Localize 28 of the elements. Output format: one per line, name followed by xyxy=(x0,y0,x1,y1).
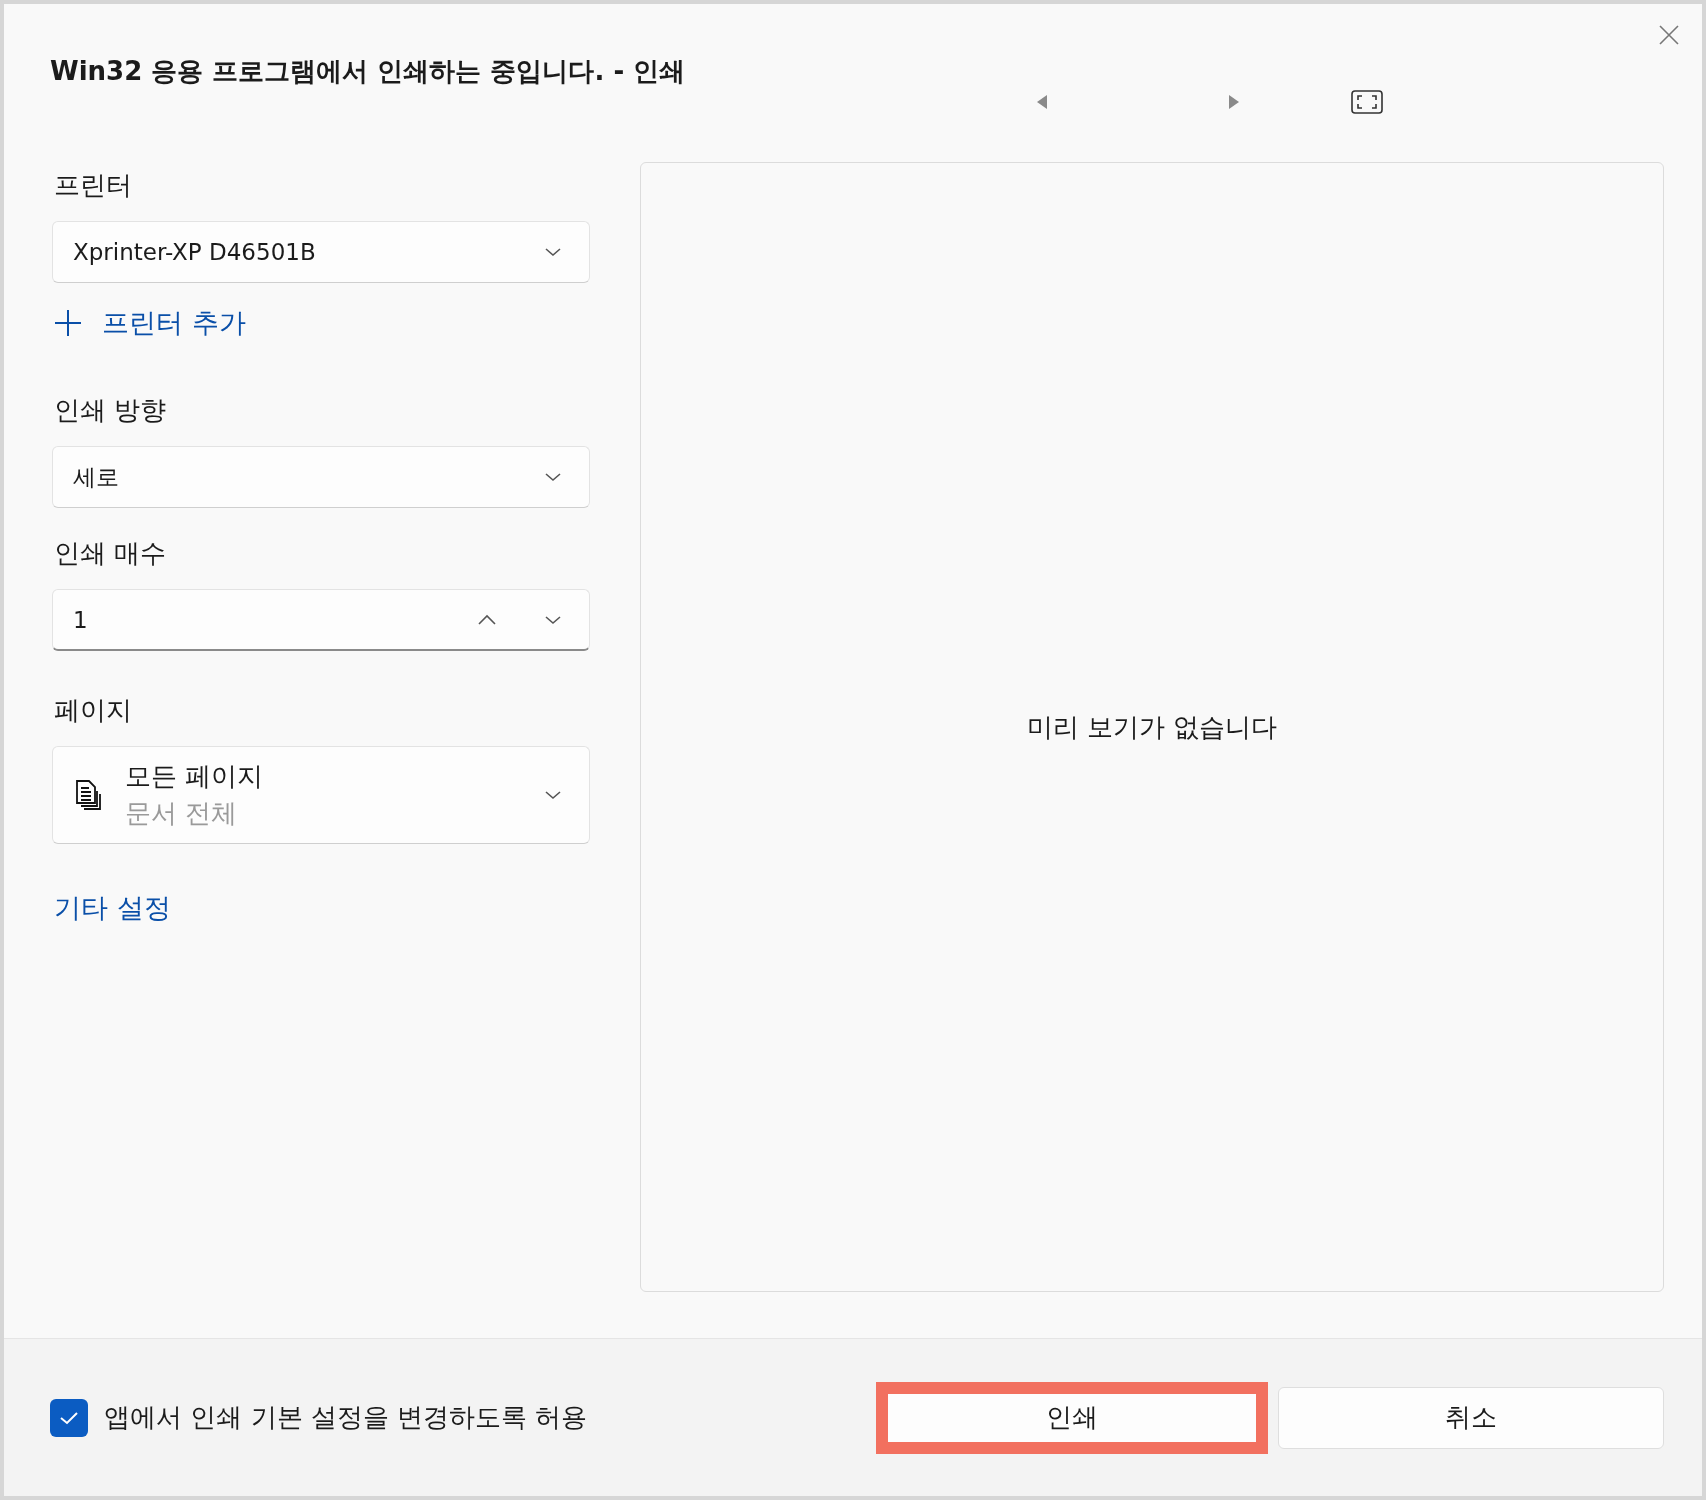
orientation-dropdown[interactable]: 세로 xyxy=(52,446,590,508)
print-button[interactable]: 인쇄 xyxy=(876,1381,1268,1454)
printer-dropdown[interactable]: Xprinter-XP D46501B xyxy=(52,221,590,283)
cancel-button[interactable]: 취소 xyxy=(1278,1386,1664,1449)
more-settings-link[interactable]: 기타 설정 xyxy=(54,890,171,926)
close-button[interactable] xyxy=(1658,24,1680,46)
dialog-title: Win32 응용 프로그램에서 인쇄하는 중입니다. - 인쇄 xyxy=(50,55,687,88)
previous-page-button[interactable] xyxy=(1035,94,1049,110)
add-printer-link[interactable]: 프린터 추가 xyxy=(54,305,246,341)
chevron-down-icon xyxy=(543,471,563,483)
chevron-up-icon xyxy=(477,613,497,626)
chevron-down-icon xyxy=(543,789,563,801)
documents-icon xyxy=(75,779,103,811)
copies-label: 인쇄 매수 xyxy=(54,537,168,570)
fullscreen-button[interactable] xyxy=(1351,90,1383,114)
checkbox[interactable] xyxy=(50,1398,88,1437)
printer-label: 프린터 xyxy=(54,169,133,202)
checkmark-icon xyxy=(58,1409,80,1426)
no-preview-message: 미리 보기가 없습니다 xyxy=(1026,710,1278,744)
copies-spinbox[interactable]: 1 xyxy=(52,589,590,651)
checkbox-label: 앱에서 인쇄 기본 설정을 변경하도록 허용 xyxy=(104,1401,588,1434)
next-page-button[interactable] xyxy=(1227,94,1241,110)
pages-dropdown[interactable]: 모든 페이지 문서 전체 xyxy=(52,746,590,844)
chevron-down-icon xyxy=(543,246,563,258)
plus-icon xyxy=(54,309,82,337)
chevron-down-icon xyxy=(543,613,563,626)
pages-label: 페이지 xyxy=(54,694,133,727)
orientation-label: 인쇄 방향 xyxy=(54,394,168,427)
